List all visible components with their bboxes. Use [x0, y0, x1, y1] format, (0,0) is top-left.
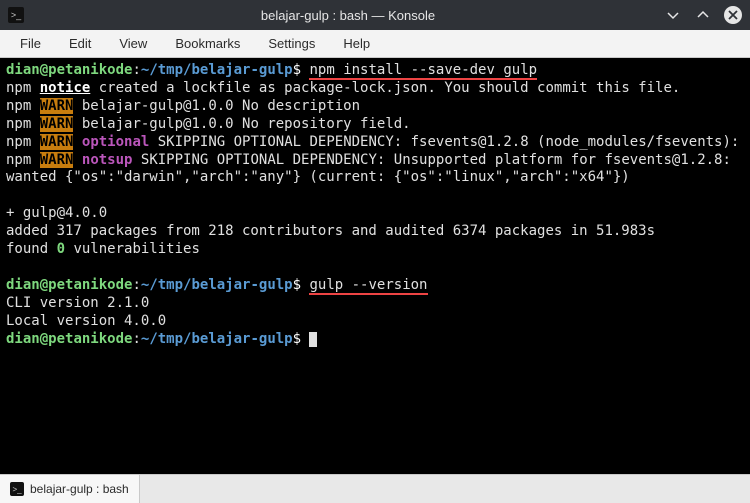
npm-optional: optional [82, 134, 149, 150]
terminal-output[interactable]: dian@petanikode:~/tmp/belajar-gulp$ npm … [0, 58, 750, 474]
prompt-at: @ [40, 277, 48, 293]
npm-notice: notice [40, 80, 91, 96]
prompt-at: @ [40, 331, 48, 347]
npm-label: npm [6, 152, 31, 168]
output-added: added 317 packages from 218 contributors… [6, 223, 655, 239]
npm-label: npm [6, 80, 31, 96]
output-plus: + gulp@4.0.0 [6, 205, 107, 221]
command-2: gulp --version [309, 277, 427, 295]
prompt-host: petanikode [48, 277, 132, 293]
prompt-host: petanikode [48, 62, 132, 78]
npm-warn: WARN [40, 152, 74, 168]
tabbar: >_ belajar-gulp : bash [0, 474, 750, 503]
prompt-user: dian [6, 62, 40, 78]
prompt-path: ~/tmp/belajar-gulp [141, 331, 293, 347]
prompt-colon: : [132, 62, 140, 78]
prompt-colon: : [132, 277, 140, 293]
terminal-icon: >_ [10, 482, 24, 496]
prompt-symbol: $ [293, 277, 301, 293]
prompt-colon: : [132, 331, 140, 347]
command-1: npm install --save-dev gulp [309, 62, 537, 80]
npm-warn: WARN [40, 116, 74, 132]
output-norepo: belajar-gulp@1.0.0 No repository field. [73, 116, 410, 132]
menu-help[interactable]: Help [331, 32, 382, 55]
prompt-user: dian [6, 277, 40, 293]
prompt-at: @ [40, 62, 48, 78]
npm-notsup: notsup [82, 152, 133, 168]
npm-label: npm [6, 116, 31, 132]
menu-bookmarks[interactable]: Bookmarks [163, 32, 252, 55]
tab-label: belajar-gulp : bash [30, 482, 129, 496]
npm-warn: WARN [40, 98, 74, 114]
window-controls [664, 6, 742, 24]
output-cli: CLI version 2.1.0 [6, 295, 149, 311]
menu-file[interactable]: File [8, 32, 53, 55]
npm-label: npm [6, 134, 31, 150]
menu-edit[interactable]: Edit [57, 32, 103, 55]
prompt-path: ~/tmp/belajar-gulp [141, 277, 293, 293]
npm-warn: WARN [40, 134, 74, 150]
output-nodesc: belajar-gulp@1.0.0 No description [73, 98, 360, 114]
output-found-n: 0 [57, 241, 65, 257]
maximize-button[interactable] [694, 6, 712, 24]
tab-session[interactable]: >_ belajar-gulp : bash [0, 475, 140, 503]
minimize-button[interactable] [664, 6, 682, 24]
prompt-path: ~/tmp/belajar-gulp [141, 62, 293, 78]
close-button[interactable] [724, 6, 742, 24]
output-found-a: found [6, 241, 57, 257]
menubar: File Edit View Bookmarks Settings Help [0, 30, 750, 58]
menu-view[interactable]: View [107, 32, 159, 55]
prompt-symbol: $ [293, 331, 301, 347]
output-lockfile: created a lockfile as package-lock.json.… [90, 80, 680, 96]
output-local: Local version 4.0.0 [6, 313, 166, 329]
output-skip1: SKIPPING OPTIONAL DEPENDENCY: fsevents@1… [149, 134, 739, 150]
cursor [309, 332, 317, 347]
prompt-user: dian [6, 331, 40, 347]
menu-settings[interactable]: Settings [256, 32, 327, 55]
prompt-host: petanikode [48, 331, 132, 347]
prompt-symbol: $ [293, 62, 301, 78]
window-title: belajar-gulp : bash — Konsole [32, 8, 664, 23]
terminal-icon: >_ [8, 7, 24, 23]
output-found-b: vulnerabilities [65, 241, 200, 257]
titlebar: >_ belajar-gulp : bash — Konsole [0, 0, 750, 30]
npm-label: npm [6, 98, 31, 114]
